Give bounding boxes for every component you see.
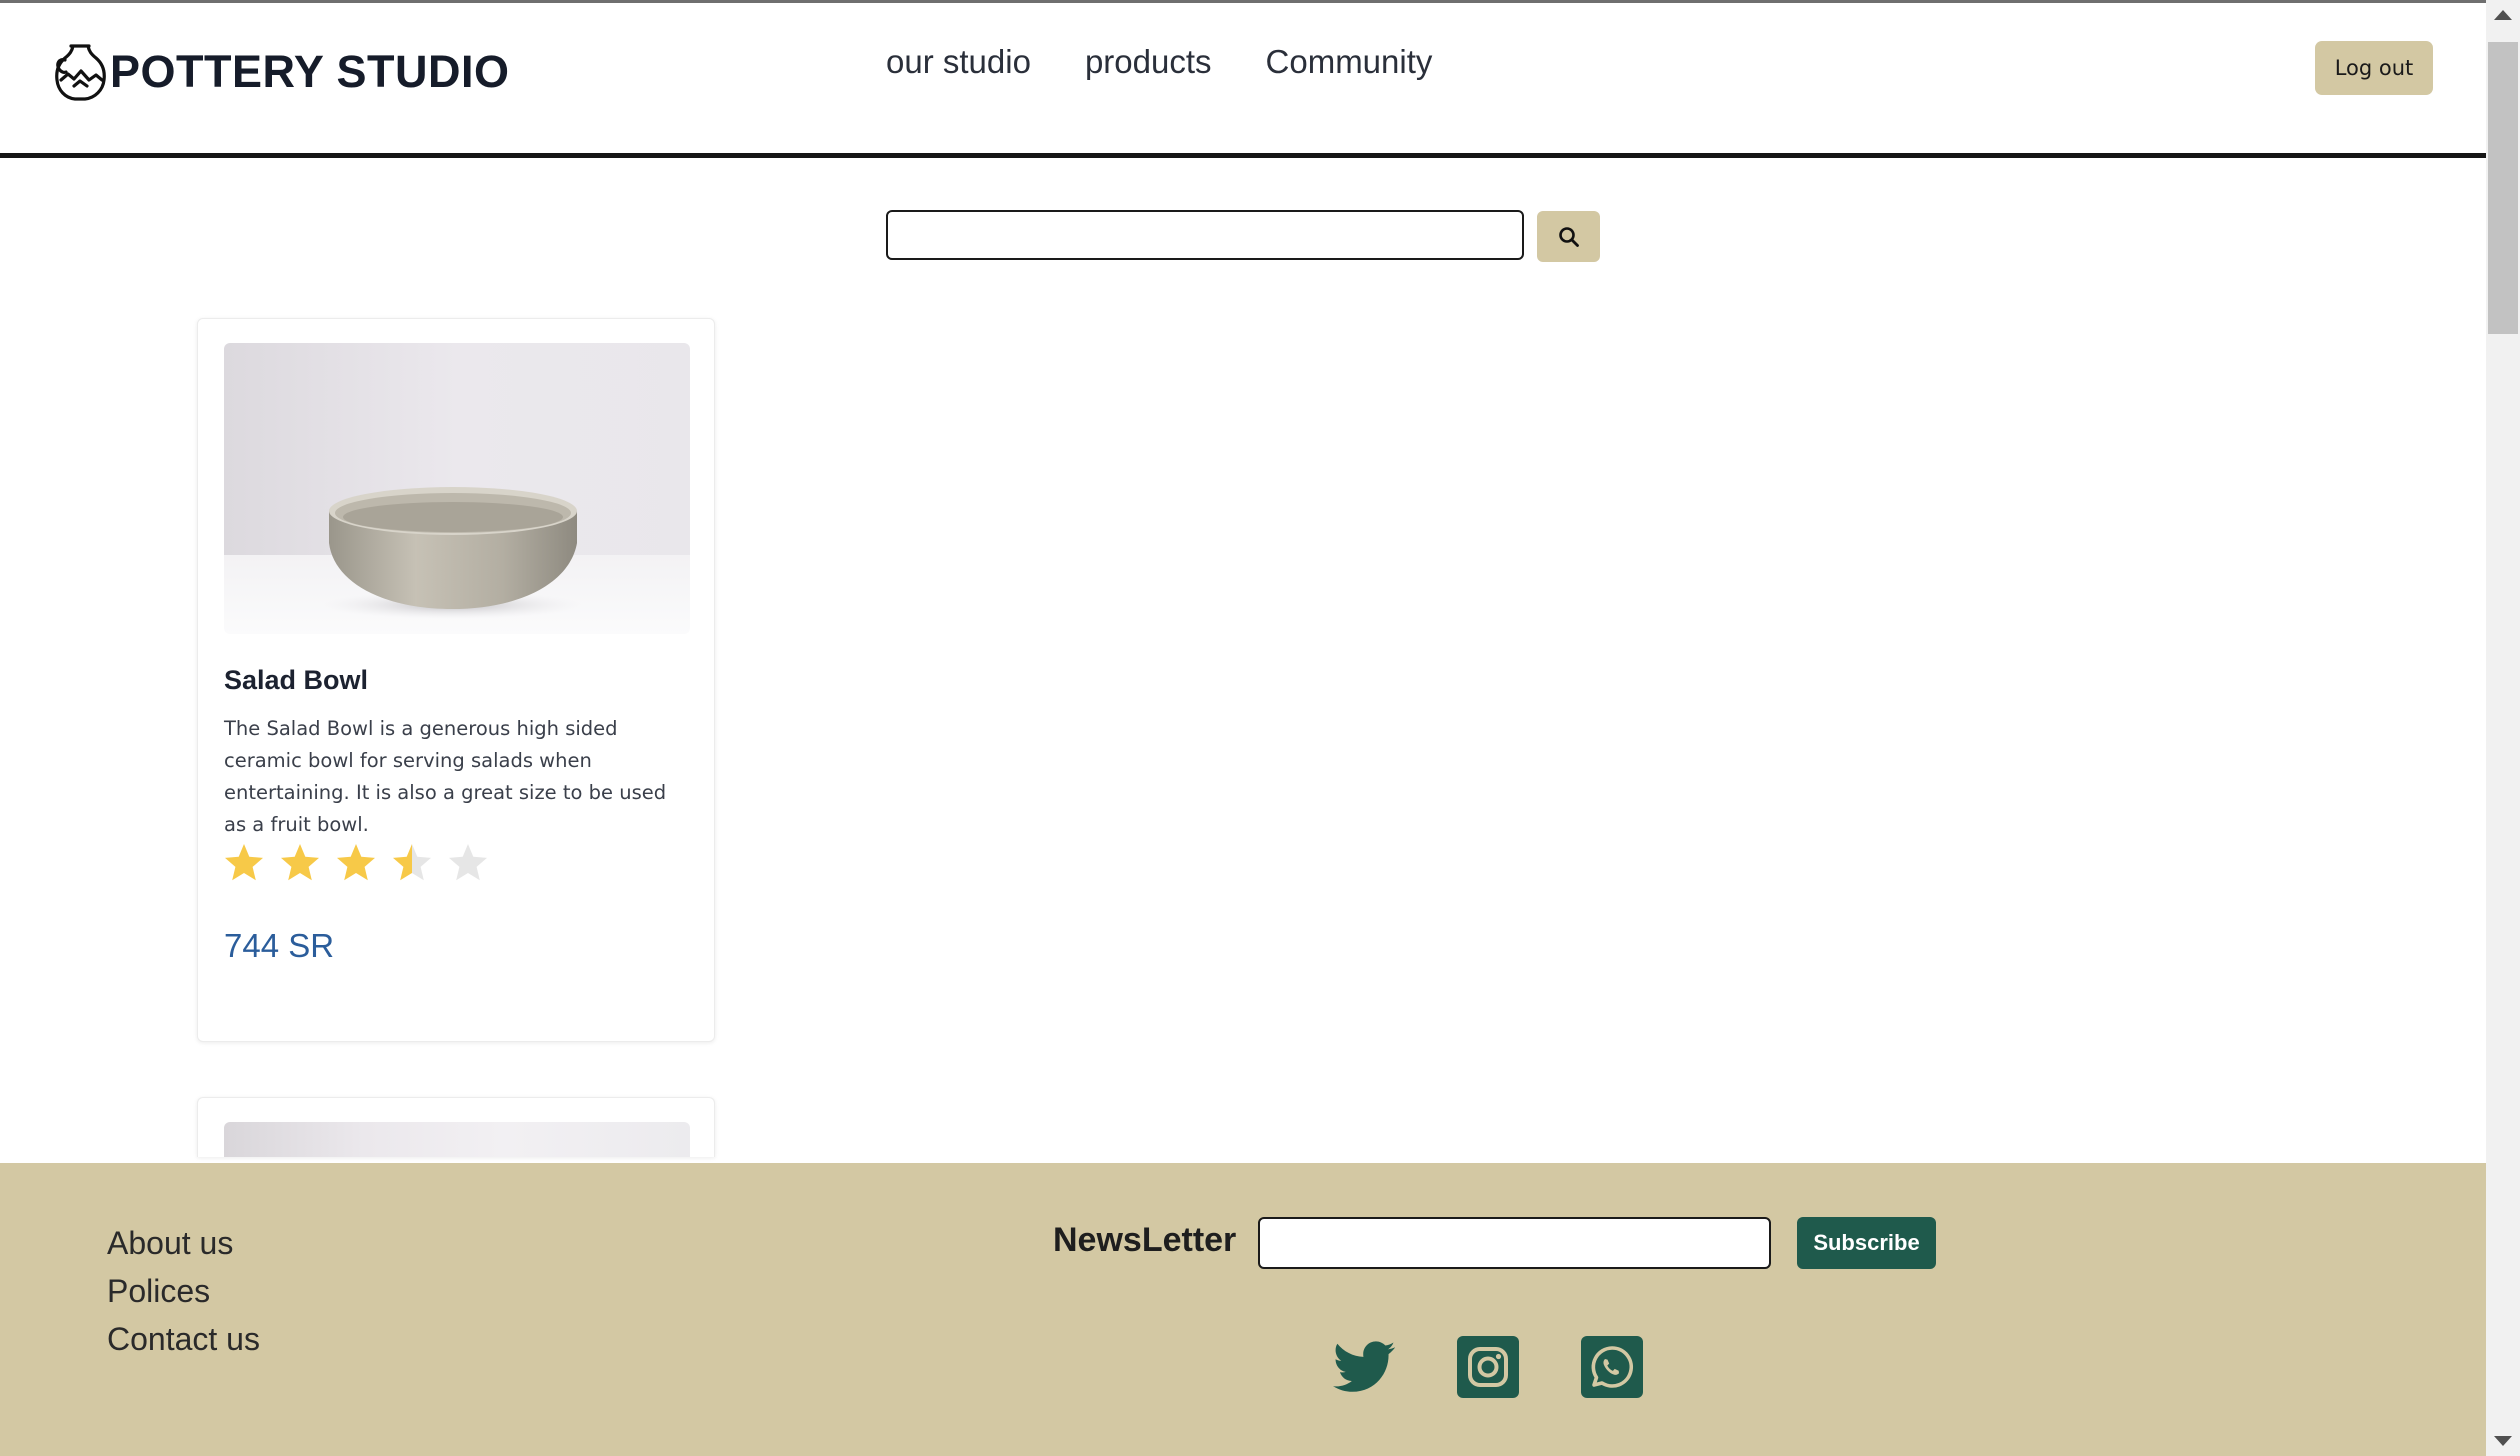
- instagram-icon: [1457, 1336, 1519, 1398]
- footer-link-about[interactable]: About us: [107, 1219, 260, 1267]
- brand-logo-link[interactable]: POTTERY STUDIO: [54, 41, 510, 103]
- star-icon: [225, 844, 263, 881]
- instagram-link[interactable]: [1457, 1336, 1519, 1398]
- nav-products[interactable]: products: [1085, 39, 1212, 85]
- newsletter-email-field[interactable]: [1258, 1217, 1771, 1269]
- brand-name: POTTERY STUDIO: [110, 46, 510, 97]
- search-input[interactable]: [886, 210, 1524, 260]
- twitter-link[interactable]: [1333, 1336, 1395, 1398]
- product-price: 744 SR: [224, 927, 335, 964]
- product-image: [224, 1122, 690, 1157]
- whatsapp-link[interactable]: [1581, 1336, 1643, 1398]
- newsletter-label: NewsLetter: [1053, 1221, 1237, 1259]
- star-icon: [449, 844, 487, 881]
- twitter-icon: [1333, 1341, 1395, 1392]
- product-title[interactable]: Salad Bowl: [224, 665, 368, 696]
- site-header: POTTERY STUDIO our studio products Commu…: [0, 3, 2486, 158]
- product-card[interactable]: Salad Bowl The Salad Bowl is a generous …: [197, 318, 715, 1042]
- footer-links: About us Polices Contact us: [107, 1219, 260, 1363]
- search-button[interactable]: [1537, 211, 1600, 262]
- scrollbar-thumb[interactable]: [2488, 42, 2518, 334]
- nav-community[interactable]: Community: [1266, 39, 1433, 85]
- product-image: [224, 343, 690, 634]
- star-icon: [337, 844, 375, 881]
- subscribe-button[interactable]: Subscribe: [1797, 1217, 1936, 1269]
- product-description: The Salad Bowl is a generous high sided …: [224, 717, 667, 836]
- star-icon: [281, 844, 319, 881]
- nav-our-studio[interactable]: our studio: [886, 39, 1031, 85]
- star-icon: [393, 844, 431, 881]
- footer-link-contact[interactable]: Contact us: [107, 1315, 260, 1363]
- social-links: [1333, 1336, 1643, 1398]
- search-icon: [1558, 226, 1579, 247]
- product-rating: [222, 841, 490, 885]
- main-nav: our studio products Community: [886, 39, 1486, 85]
- footer-link-policies[interactable]: Polices: [107, 1267, 260, 1315]
- scroll-down-arrow[interactable]: [2494, 1436, 2512, 1446]
- whatsapp-icon: [1581, 1336, 1643, 1398]
- logout-button[interactable]: Log out: [2315, 41, 2433, 95]
- product-card[interactable]: [197, 1097, 715, 1157]
- scroll-up-arrow[interactable]: [2494, 10, 2512, 20]
- vase-icon: [55, 44, 106, 101]
- site-footer: About us Polices Contact us NewsLetter S…: [0, 1163, 2486, 1456]
